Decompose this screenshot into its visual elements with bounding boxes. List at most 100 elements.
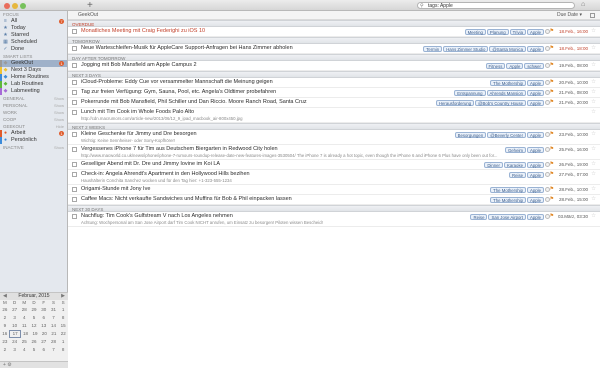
calendar-day[interactable]: 9: [0, 322, 10, 330]
star-icon[interactable]: ☆: [591, 161, 596, 167]
tag-chip[interactable]: Herausforderung: [435, 100, 475, 106]
task-checkbox[interactable]: [72, 147, 77, 152]
calendar-day[interactable]: 23: [0, 338, 10, 346]
calendar-day[interactable]: 26: [29, 338, 39, 346]
task-row[interactable]: Origami-Stunde mit Jony Ive The Mothershi…: [68, 185, 600, 195]
sidebar-section-inactive[interactable]: INACTIVE Show: [0, 144, 67, 151]
task-row[interactable]: Check-in: Angela Ahrendt's Apartment in …: [68, 170, 600, 185]
task-row[interactable]: Monatliches Meeting mit Craig Federighi …: [68, 27, 600, 37]
star-icon[interactable]: ☆: [591, 79, 596, 85]
star-icon[interactable]: ☆: [591, 28, 596, 34]
tag-chip[interactable]: Apple: [527, 46, 544, 52]
calendar-day[interactable]: 20: [40, 330, 49, 338]
tag-chip[interactable]: Termin: [423, 46, 443, 52]
tag-chip[interactable]: Apple: [527, 80, 544, 86]
tag-chip[interactable]: The Mothership: [490, 197, 526, 203]
task-checkbox[interactable]: [72, 46, 77, 51]
sidebar-item-starred[interactable]: ★ Starred: [0, 32, 67, 39]
calendar-day[interactable]: 6: [39, 314, 49, 322]
sidebar-item-done[interactable]: ✓ Done: [0, 46, 67, 53]
tag-chip[interactable]: Reise: [509, 172, 526, 178]
section-toggle[interactable]: Show: [54, 144, 64, 151]
close-window-button[interactable]: [4, 3, 10, 9]
calendar-day[interactable]: 2: [0, 346, 10, 354]
calendar-day[interactable]: 10: [10, 322, 20, 330]
tag-chip[interactable]: Geheim: [504, 147, 526, 153]
calendar-footer[interactable]: + ⚙: [0, 361, 68, 368]
calendar-day[interactable]: 17: [9, 330, 21, 338]
tag-chip[interactable]: Dinner: [484, 162, 503, 168]
star-icon[interactable]: ☆: [591, 186, 596, 192]
task-checkbox[interactable]: [72, 90, 77, 95]
calendar-day[interactable]: 11: [19, 322, 29, 330]
tag-chip[interactable]: Karaoke: [503, 162, 526, 168]
calendar-day[interactable]: 25: [19, 338, 29, 346]
calendar-day[interactable]: 7: [49, 346, 59, 354]
star-icon[interactable]: ☆: [591, 62, 596, 68]
tag-chip[interactable]: Apple: [527, 214, 544, 220]
task-row[interactable]: Jogging mit Bob Mansfield am Apple Campu…: [68, 61, 600, 71]
task-row[interactable]: Lunch mit Tim Cook im Whole Foods Palo A…: [68, 108, 600, 123]
task-row[interactable]: Pokerrunde mit Bob Mansfield, Phil Schil…: [68, 98, 600, 108]
tag-chip[interactable]: Trivia: [509, 29, 526, 35]
task-checkbox[interactable]: [72, 172, 77, 177]
task-title[interactable]: Kleine Geschenke für Jimmy und Dre besor…: [81, 131, 197, 138]
calendar-day[interactable]: 19: [30, 330, 39, 338]
section-toggle[interactable]: Show: [54, 109, 64, 116]
task-row[interactable]: Caffee Macs: Nicht verkaufte Sandwiches …: [68, 195, 600, 205]
task-row[interactable]: Geselliger Abend mit Dr. Dre und Jimmy I…: [68, 160, 600, 170]
calendar-day[interactable]: 5: [29, 346, 39, 354]
task-checkbox[interactable]: [72, 100, 77, 105]
sidebar-item-arbeit[interactable]: ● Arbeit 1: [0, 130, 67, 137]
tag-chip[interactable]: Entspannung: [454, 90, 486, 96]
calendar-day[interactable]: 27: [39, 338, 49, 346]
star-icon[interactable]: ☆: [591, 99, 596, 105]
calendar-day[interactable]: 6: [39, 346, 49, 354]
tag-chip[interactable]: Ahrends Mansion: [486, 90, 526, 96]
calendar-day[interactable]: 16: [0, 330, 9, 338]
tag-chip[interactable]: Apple: [527, 132, 544, 138]
tag-chip[interactable]: Besorgungen: [454, 132, 487, 138]
star-icon[interactable]: ☆: [591, 171, 596, 177]
task-row[interactable]: Nachflug: Tim Cook's Gulfstream V nach L…: [68, 212, 600, 227]
calendar-day[interactable]: 8: [58, 314, 68, 322]
calendar-day[interactable]: 14: [49, 322, 59, 330]
sidebar-section-geekout[interactable]: GEEKOUT Hide: [0, 123, 67, 130]
tag-chip[interactable]: schwer: [524, 63, 544, 69]
next-month-icon[interactable]: ▶: [61, 293, 65, 300]
calendar-day[interactable]: 4: [19, 314, 29, 322]
view-toggle-icon[interactable]: [590, 13, 595, 18]
calendar-day[interactable]: 31: [49, 306, 59, 314]
tag-chip[interactable]: Apple: [527, 187, 544, 193]
calendar-day[interactable]: 2: [0, 314, 10, 322]
sidebar-item-today[interactable]: ★ Today: [0, 25, 67, 32]
calendar-day[interactable]: 8: [58, 346, 68, 354]
calendar-day[interactable]: 28: [49, 338, 59, 346]
task-title[interactable]: Nachflug: Tim Cook's Gulfstream V nach L…: [81, 213, 233, 220]
calendar-day[interactable]: 3: [10, 346, 20, 354]
calendar-day[interactable]: 30: [39, 306, 49, 314]
sort-dropdown[interactable]: Due Date ▾: [557, 11, 582, 20]
task-row[interactable]: Kleine Geschenke für Jimmy und Dre besor…: [68, 130, 600, 145]
section-toggle[interactable]: Show: [54, 116, 64, 123]
tag-chip[interactable]: Fitness: [485, 63, 506, 69]
calendar-day[interactable]: 13: [39, 322, 49, 330]
sidebar-section-coop[interactable]: COOP Show: [0, 116, 67, 123]
add-task-button[interactable]: +: [87, 0, 93, 11]
sidebar-item-home-routines[interactable]: ◆ Home Routines: [0, 74, 67, 81]
sidebar-item-labmeeting[interactable]: ◆ Labmeeting: [0, 88, 67, 95]
tag-chip[interactable]: Apple: [527, 197, 544, 203]
task-checkbox[interactable]: [72, 80, 77, 85]
task-row[interactable]: iCloud-Probleme: Eddy Cue vor versammelt…: [68, 78, 600, 88]
star-icon[interactable]: ☆: [591, 89, 596, 95]
calendar-day[interactable]: 27: [10, 306, 20, 314]
tag-chip[interactable]: Apple: [527, 162, 544, 168]
task-title[interactable]: Tag zur freien Verfügung: Gym, Sauna, Po…: [81, 89, 276, 96]
task-title[interactable]: Lunch mit Tim Cook im Whole Foods Palo A…: [81, 109, 194, 116]
star-icon[interactable]: ☆: [591, 131, 596, 137]
task-title[interactable]: Origami-Stunde mit Jony Ive: [81, 186, 150, 193]
tag-chip[interactable]: San Jose Airport: [488, 214, 526, 220]
section-toggle[interactable]: Hide: [56, 123, 64, 130]
calendar-day[interactable]: 4: [19, 346, 29, 354]
task-title[interactable]: Pokerrunde mit Bob Mansfield, Phil Schil…: [81, 99, 307, 106]
